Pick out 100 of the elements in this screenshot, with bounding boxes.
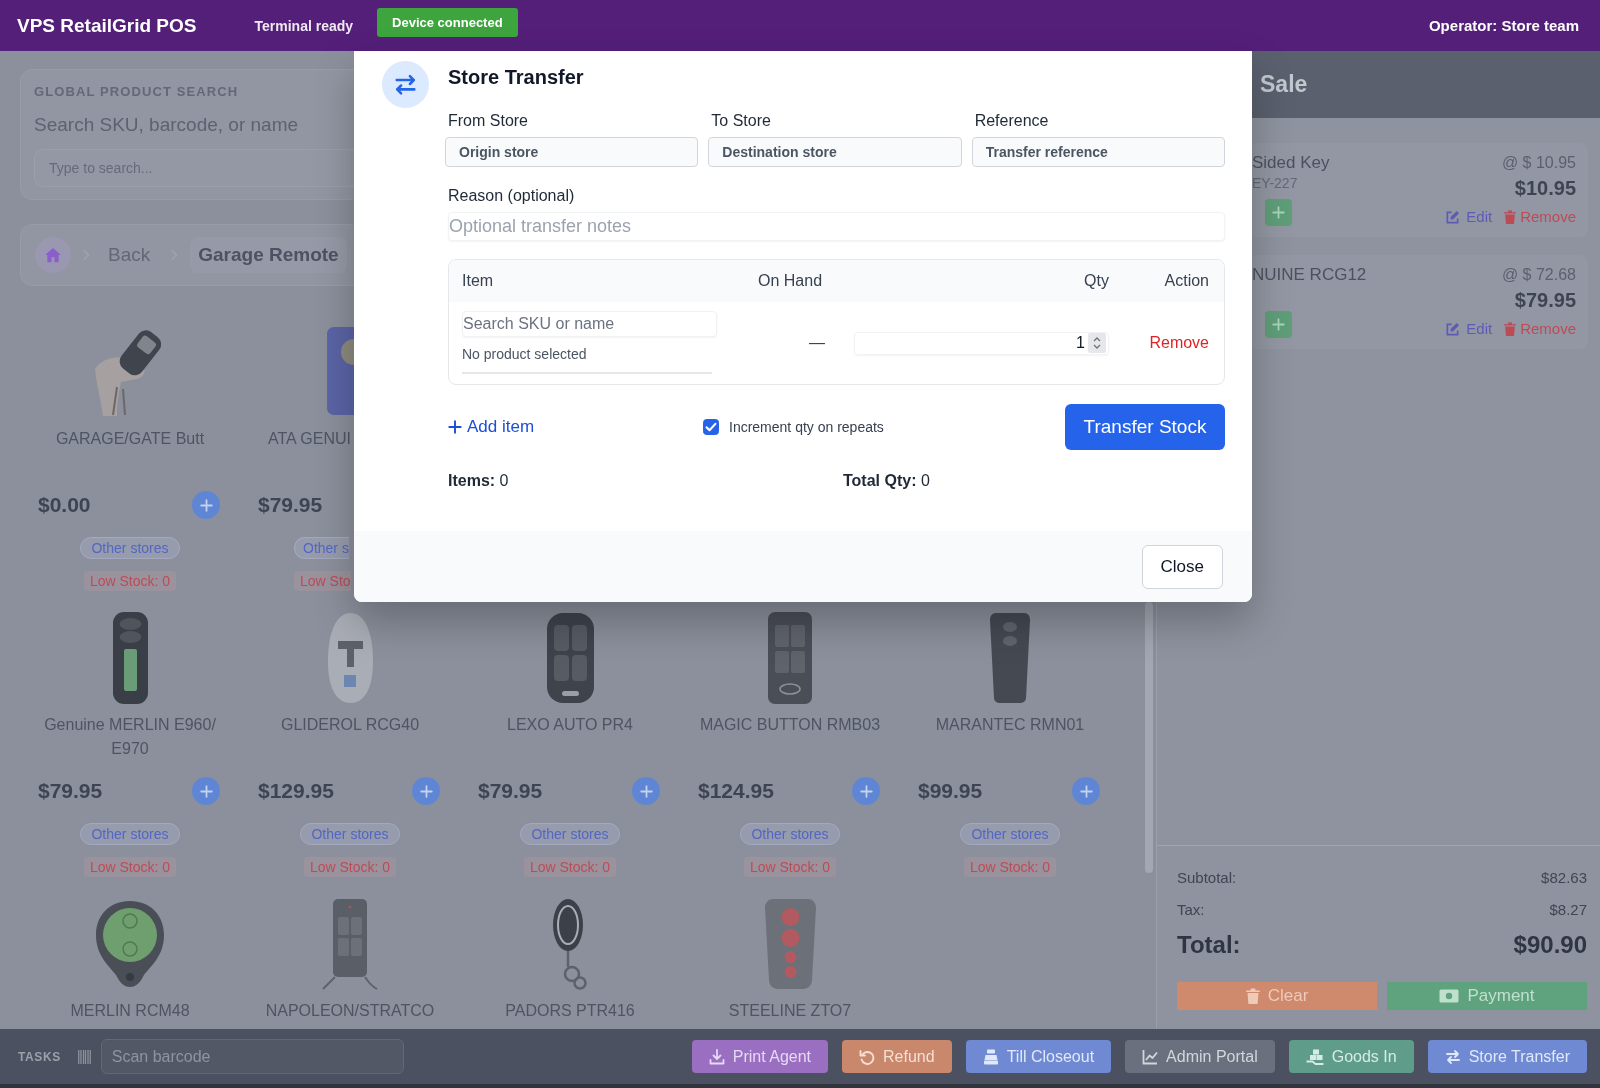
low-stock-badge: Low Stock: 0 — [83, 857, 177, 877]
swap-arrows-icon — [1444, 1048, 1461, 1065]
column-header: Action — [1163, 272, 1209, 290]
product-name: PADORS PTR416 — [504, 1001, 636, 1021]
edit-icon — [1445, 209, 1461, 225]
store-field[interactable]: Origin store — [445, 137, 699, 167]
other-stores-link[interactable]: Other stores — [520, 823, 620, 845]
task-button[interactable]: Store Transfer — [1427, 1040, 1587, 1073]
trash-icon — [1504, 322, 1517, 336]
line-total: $79.95 — [1514, 288, 1576, 313]
cart-item-name: NUINE RCG12 — [1252, 265, 1367, 285]
product-status: No product selected — [462, 345, 587, 364]
task-button[interactable]: Goods In — [1288, 1040, 1414, 1073]
trash-icon — [1504, 210, 1517, 224]
store-field[interactable]: Transfer reference — [971, 137, 1225, 167]
on-hand-cell: — — [809, 334, 825, 352]
product-name: MAGIC BUTTON RMB03 — [699, 715, 881, 735]
product-price: $79.95 — [38, 779, 103, 803]
product-price: $79.95 — [478, 779, 543, 803]
increase-qty-button[interactable] — [1265, 199, 1292, 226]
notes-field[interactable]: Optional transfer notes — [448, 212, 1225, 241]
add-to-cart-button[interactable] — [852, 777, 880, 805]
add-to-cart-button[interactable] — [192, 491, 220, 519]
product-name: NAPOLEON/STRATCO — [264, 1001, 436, 1021]
product-price: $124.95 — [698, 779, 774, 803]
product-name: GARAGE/GATE Butt — [54, 429, 206, 449]
product-name: STEELINE ZTO7 — [727, 1001, 853, 1021]
product-price: $129.95 — [258, 779, 334, 803]
close-button[interactable]: Close — [1141, 544, 1223, 589]
item-search-field[interactable]: Search SKU or name — [462, 311, 717, 337]
add-item-link[interactable]: Add item — [448, 417, 535, 437]
summary-value: $8.27 — [1549, 900, 1587, 918]
line-total: $10.95 — [1514, 176, 1576, 201]
plus-icon — [1272, 318, 1285, 331]
plus-icon — [639, 784, 653, 798]
home-icon — [44, 246, 62, 264]
stepper-icon[interactable] — [1088, 333, 1106, 353]
transfer-stock-button[interactable]: Transfer Stock — [1065, 404, 1225, 450]
cart-item-name: Sided Key — [1252, 153, 1330, 173]
low-stock-badge: Low Sto — [294, 571, 351, 591]
store-field[interactable]: Destination store — [708, 137, 962, 167]
remove-row-button[interactable]: Remove — [1149, 334, 1209, 352]
add-to-cart-button[interactable] — [1072, 777, 1100, 805]
task-button[interactable]: Print Agent — [691, 1040, 829, 1073]
checkbox[interactable] — [703, 419, 719, 435]
qty-field[interactable]: 1 — [854, 331, 1109, 355]
scrollbar-thumb[interactable] — [1145, 602, 1153, 873]
undo-icon — [859, 1048, 876, 1065]
field-label: Reason (optional) — [448, 186, 575, 206]
product-price: $99.95 — [918, 779, 983, 803]
product-name: Genuine MERLIN E960/E970 — [43, 715, 217, 759]
other-stores-link[interactable]: Other stores — [80, 537, 180, 559]
product-name: MARANTEC RMN01 — [934, 715, 1086, 735]
remove-link[interactable]: Remove — [1504, 207, 1576, 227]
payment-button[interactable]: Payment — [1387, 982, 1587, 1010]
product-price: $0.00 — [38, 493, 91, 517]
app-title: VPS RetailGrid POS — [17, 14, 197, 37]
task-button[interactable]: Till Closeout — [965, 1040, 1112, 1073]
edit-link[interactable]: Edit — [1445, 319, 1493, 339]
remove-link[interactable]: Remove — [1504, 319, 1576, 339]
swap-arrows-icon — [382, 61, 429, 108]
add-to-cart-button[interactable] — [412, 777, 440, 805]
field-label: From Store — [448, 111, 528, 131]
home-button[interactable] — [35, 237, 71, 273]
other-stores-link[interactable]: Other stores — [960, 823, 1060, 845]
device-status-badge: Device connected — [377, 8, 518, 37]
add-to-cart-button[interactable] — [192, 777, 220, 805]
edit-link[interactable]: Edit — [1445, 207, 1493, 227]
terminal-status: Terminal ready — [254, 17, 354, 34]
clear-button[interactable]: Clear — [1177, 982, 1377, 1010]
product-name: ATA GENUI — [268, 429, 351, 449]
download-icon — [708, 1048, 725, 1065]
increase-qty-button[interactable] — [1265, 311, 1292, 338]
low-stock-badge: Low Stock: 0 — [303, 857, 397, 877]
summary-label: Subtotal: — [1177, 868, 1237, 886]
low-stock-badge: Low Stock: 0 — [523, 857, 617, 877]
low-stock-badge: Low Stock: 0 — [743, 857, 837, 877]
plus-icon — [448, 420, 462, 434]
task-button[interactable]: Refund — [842, 1040, 952, 1073]
other-stores-link[interactable]: Other stores — [300, 823, 400, 845]
column-header: Qty — [1083, 272, 1109, 290]
summary-value: $82.63 — [1541, 868, 1587, 886]
task-button[interactable]: Admin Portal — [1125, 1040, 1275, 1073]
summary-label: Tax: — [1177, 900, 1205, 918]
other-stores-link[interactable]: Other stores — [80, 823, 180, 845]
barcode-icon — [77, 1049, 91, 1064]
product-name: GLIDEROL RCG40 — [279, 715, 421, 735]
checkbox-label: Increment qty on repeats — [729, 419, 884, 435]
field-label: Reference — [974, 111, 1049, 131]
boxes-icon — [1305, 1048, 1324, 1065]
plus-icon — [199, 498, 213, 512]
barcode-field[interactable]: Scan barcode — [100, 1039, 404, 1074]
add-to-cart-button[interactable] — [632, 777, 660, 805]
other-stores-link[interactable]: Other s — [294, 537, 349, 559]
dialog-title: Store Transfer — [448, 65, 584, 90]
low-stock-badge: Low Stock: 0 — [83, 571, 177, 591]
plus-icon — [1272, 206, 1285, 219]
other-stores-link[interactable]: Other stores — [740, 823, 840, 845]
plus-icon — [1079, 784, 1093, 798]
field-label: To Store — [711, 111, 771, 131]
